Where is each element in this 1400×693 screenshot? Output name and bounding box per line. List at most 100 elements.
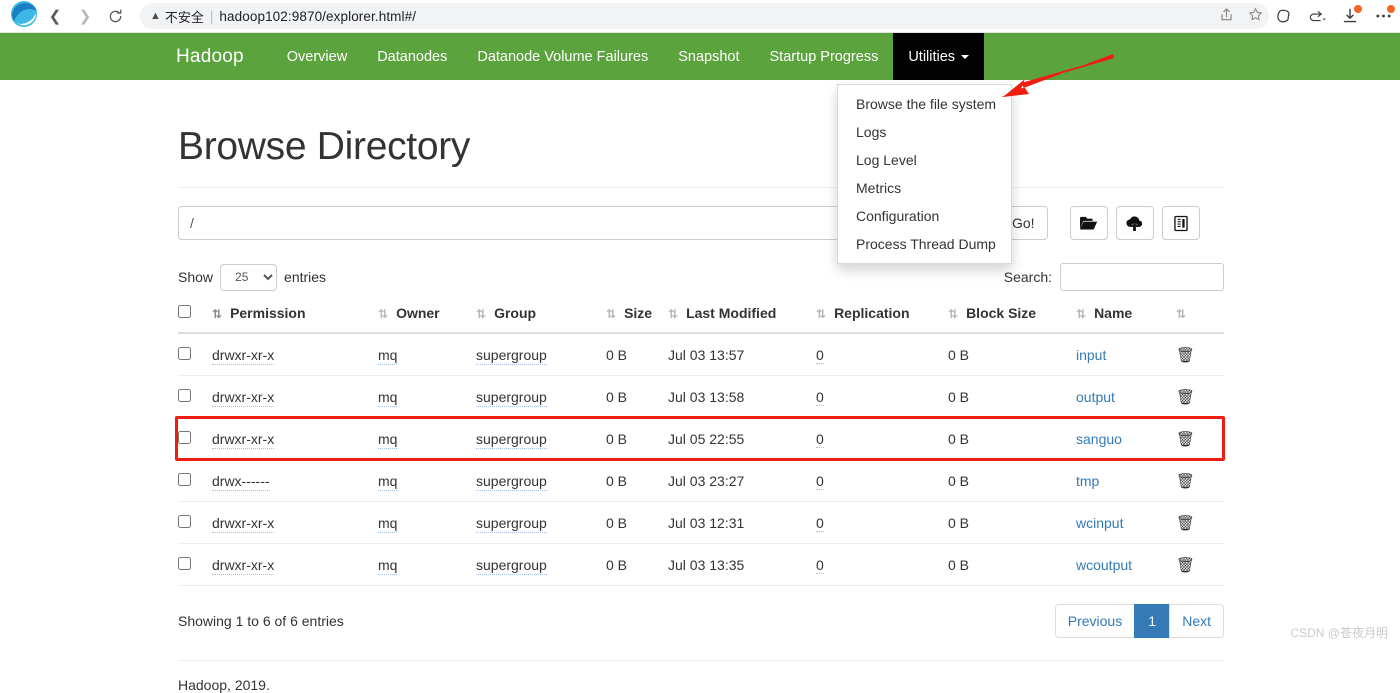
replication-value[interactable]: 0 bbox=[816, 347, 824, 364]
row-checkbox[interactable] bbox=[178, 557, 191, 570]
owner-value[interactable]: mq bbox=[378, 515, 397, 533]
table-row[interactable]: drwxr-xr-x mq supergroup 0 B Jul 03 13:3… bbox=[178, 544, 1224, 586]
more-ellipsis-icon[interactable] bbox=[1374, 7, 1392, 25]
row-checkbox[interactable] bbox=[178, 473, 191, 486]
sort-icon[interactable]: ⇅ bbox=[212, 307, 220, 321]
download-icon[interactable] bbox=[1341, 7, 1359, 25]
row-checkbox[interactable] bbox=[178, 347, 191, 360]
cut-paste-button[interactable] bbox=[1162, 206, 1200, 240]
nav-item-datanodes[interactable]: Datanodes bbox=[362, 33, 462, 80]
sort-icon[interactable]: ⇅ bbox=[668, 307, 676, 321]
page-length-select[interactable]: 25 50 100 bbox=[220, 264, 277, 291]
column-header-name[interactable]: ⇅Name bbox=[1076, 305, 1176, 333]
collections-icon[interactable] bbox=[1275, 7, 1293, 25]
column-header-owner[interactable]: ⇅Owner bbox=[378, 305, 476, 333]
trash-icon[interactable]: 🗑 bbox=[1176, 347, 1195, 364]
upload-files-button[interactable] bbox=[1116, 206, 1154, 240]
owner-value[interactable]: mq bbox=[378, 557, 397, 575]
column-header-last-modified[interactable]: ⇅Last Modified bbox=[668, 305, 816, 333]
nav-item-overview[interactable]: Overview bbox=[272, 33, 362, 80]
table-row[interactable]: drwxr-xr-x mq supergroup 0 B Jul 03 12:3… bbox=[178, 502, 1224, 544]
permission-value[interactable]: drwxr-xr-x bbox=[212, 431, 274, 449]
table-row[interactable]: drwxr-xr-x mq supergroup 0 B Jul 03 13:5… bbox=[178, 376, 1224, 418]
column-header-permission[interactable]: ⇅Permission bbox=[212, 305, 378, 333]
pagination-previous[interactable]: Previous bbox=[1055, 604, 1135, 638]
menu-item-metrics[interactable]: Metrics bbox=[838, 174, 1011, 202]
history-back-icon[interactable] bbox=[1308, 7, 1326, 25]
sort-icon[interactable]: ⇅ bbox=[378, 307, 386, 321]
pagination-next[interactable]: Next bbox=[1169, 604, 1224, 638]
trash-icon[interactable]: 🗑 bbox=[1176, 557, 1195, 574]
column-header-actions[interactable]: ⇅ bbox=[1176, 305, 1224, 333]
sort-icon[interactable]: ⇅ bbox=[948, 307, 956, 321]
nav-item-snapshot[interactable]: Snapshot bbox=[663, 33, 754, 80]
trash-icon[interactable]: 🗑 bbox=[1176, 389, 1195, 406]
menu-item-logs[interactable]: Logs bbox=[838, 118, 1011, 146]
menu-item-process-thread-dump[interactable]: Process Thread Dump bbox=[838, 230, 1011, 258]
trash-icon[interactable]: 🗑 bbox=[1176, 515, 1195, 532]
trash-icon[interactable]: 🗑 bbox=[1176, 473, 1195, 490]
forward-arrow-icon[interactable]: ❯ bbox=[70, 2, 100, 30]
share-icon[interactable] bbox=[1219, 7, 1234, 25]
new-directory-button[interactable] bbox=[1070, 206, 1108, 240]
trash-icon[interactable]: 🗑 bbox=[1176, 431, 1195, 448]
files-table-body: drwxr-xr-x mq supergroup 0 B Jul 03 13:5… bbox=[178, 333, 1224, 586]
menu-item-log-level[interactable]: Log Level bbox=[838, 146, 1011, 174]
reload-icon[interactable] bbox=[100, 2, 130, 30]
file-name-link[interactable]: sanguo bbox=[1076, 431, 1122, 447]
sort-icon[interactable]: ⇅ bbox=[606, 307, 614, 321]
row-checkbox[interactable] bbox=[178, 515, 191, 528]
back-arrow-icon[interactable]: ❮ bbox=[40, 2, 70, 30]
sort-icon[interactable]: ⇅ bbox=[476, 307, 484, 321]
replication-value[interactable]: 0 bbox=[816, 389, 824, 406]
group-value[interactable]: supergroup bbox=[476, 557, 547, 575]
group-value[interactable]: supergroup bbox=[476, 473, 547, 491]
address-bar[interactable]: ▲ 不安全 | hadoop102:9870/explorer.html#/ bbox=[140, 3, 1269, 29]
owner-value[interactable]: mq bbox=[378, 389, 397, 407]
file-name-link[interactable]: input bbox=[1076, 347, 1106, 363]
table-row[interactable]: drwxr-xr-x mq supergroup 0 B Jul 05 22:5… bbox=[178, 418, 1224, 460]
table-row[interactable]: drwx------ mq supergroup 0 B Jul 03 23:2… bbox=[178, 460, 1224, 502]
permission-value[interactable]: drwxr-xr-x bbox=[212, 389, 274, 407]
search-input[interactable] bbox=[1060, 263, 1224, 291]
select-all-checkbox[interactable] bbox=[178, 305, 191, 318]
nav-item-utilities[interactable]: Utilities bbox=[893, 33, 984, 80]
permission-value[interactable]: drwx------ bbox=[212, 473, 270, 491]
nav-item-startup-progress[interactable]: Startup Progress bbox=[755, 33, 894, 80]
sort-icon[interactable]: ⇅ bbox=[816, 307, 824, 321]
menu-item-configuration[interactable]: Configuration bbox=[838, 202, 1011, 230]
permission-value[interactable]: drwxr-xr-x bbox=[212, 515, 274, 533]
row-select-cell bbox=[178, 376, 212, 418]
file-name-link[interactable]: tmp bbox=[1076, 473, 1099, 489]
row-checkbox[interactable] bbox=[178, 431, 191, 444]
brand-logo[interactable]: Hadoop bbox=[176, 33, 258, 80]
file-name-link[interactable]: wcinput bbox=[1076, 515, 1123, 531]
owner-value[interactable]: mq bbox=[378, 347, 397, 365]
sort-icon[interactable]: ⇅ bbox=[1076, 307, 1084, 321]
sort-icon[interactable]: ⇅ bbox=[1176, 307, 1184, 321]
group-value[interactable]: supergroup bbox=[476, 431, 547, 449]
permission-value[interactable]: drwxr-xr-x bbox=[212, 347, 274, 365]
menu-item-browse-the-file-system[interactable]: Browse the file system bbox=[838, 90, 1011, 118]
column-header-size[interactable]: ⇅Size bbox=[606, 305, 668, 333]
table-row[interactable]: drwxr-xr-x mq supergroup 0 B Jul 03 13:5… bbox=[178, 333, 1224, 376]
owner-value[interactable]: mq bbox=[378, 431, 397, 449]
row-checkbox[interactable] bbox=[178, 389, 191, 402]
column-header-replication[interactable]: ⇅Replication bbox=[816, 305, 948, 333]
column-header-group[interactable]: ⇅Group bbox=[476, 305, 606, 333]
column-header-block-size[interactable]: ⇅Block Size bbox=[948, 305, 1076, 333]
owner-value[interactable]: mq bbox=[378, 473, 397, 491]
group-value[interactable]: supergroup bbox=[476, 389, 547, 407]
replication-value[interactable]: 0 bbox=[816, 473, 824, 490]
file-name-link[interactable]: wcoutput bbox=[1076, 557, 1132, 573]
pagination-page-1[interactable]: 1 bbox=[1134, 604, 1170, 638]
star-icon[interactable] bbox=[1248, 7, 1263, 25]
group-value[interactable]: supergroup bbox=[476, 347, 547, 365]
replication-value[interactable]: 0 bbox=[816, 431, 824, 448]
file-name-link[interactable]: output bbox=[1076, 389, 1115, 405]
permission-value[interactable]: drwxr-xr-x bbox=[212, 557, 274, 575]
group-value[interactable]: supergroup bbox=[476, 515, 547, 533]
replication-value[interactable]: 0 bbox=[816, 515, 824, 532]
replication-value[interactable]: 0 bbox=[816, 557, 824, 574]
nav-item-datanode-volume-failures[interactable]: Datanode Volume Failures bbox=[462, 33, 663, 80]
